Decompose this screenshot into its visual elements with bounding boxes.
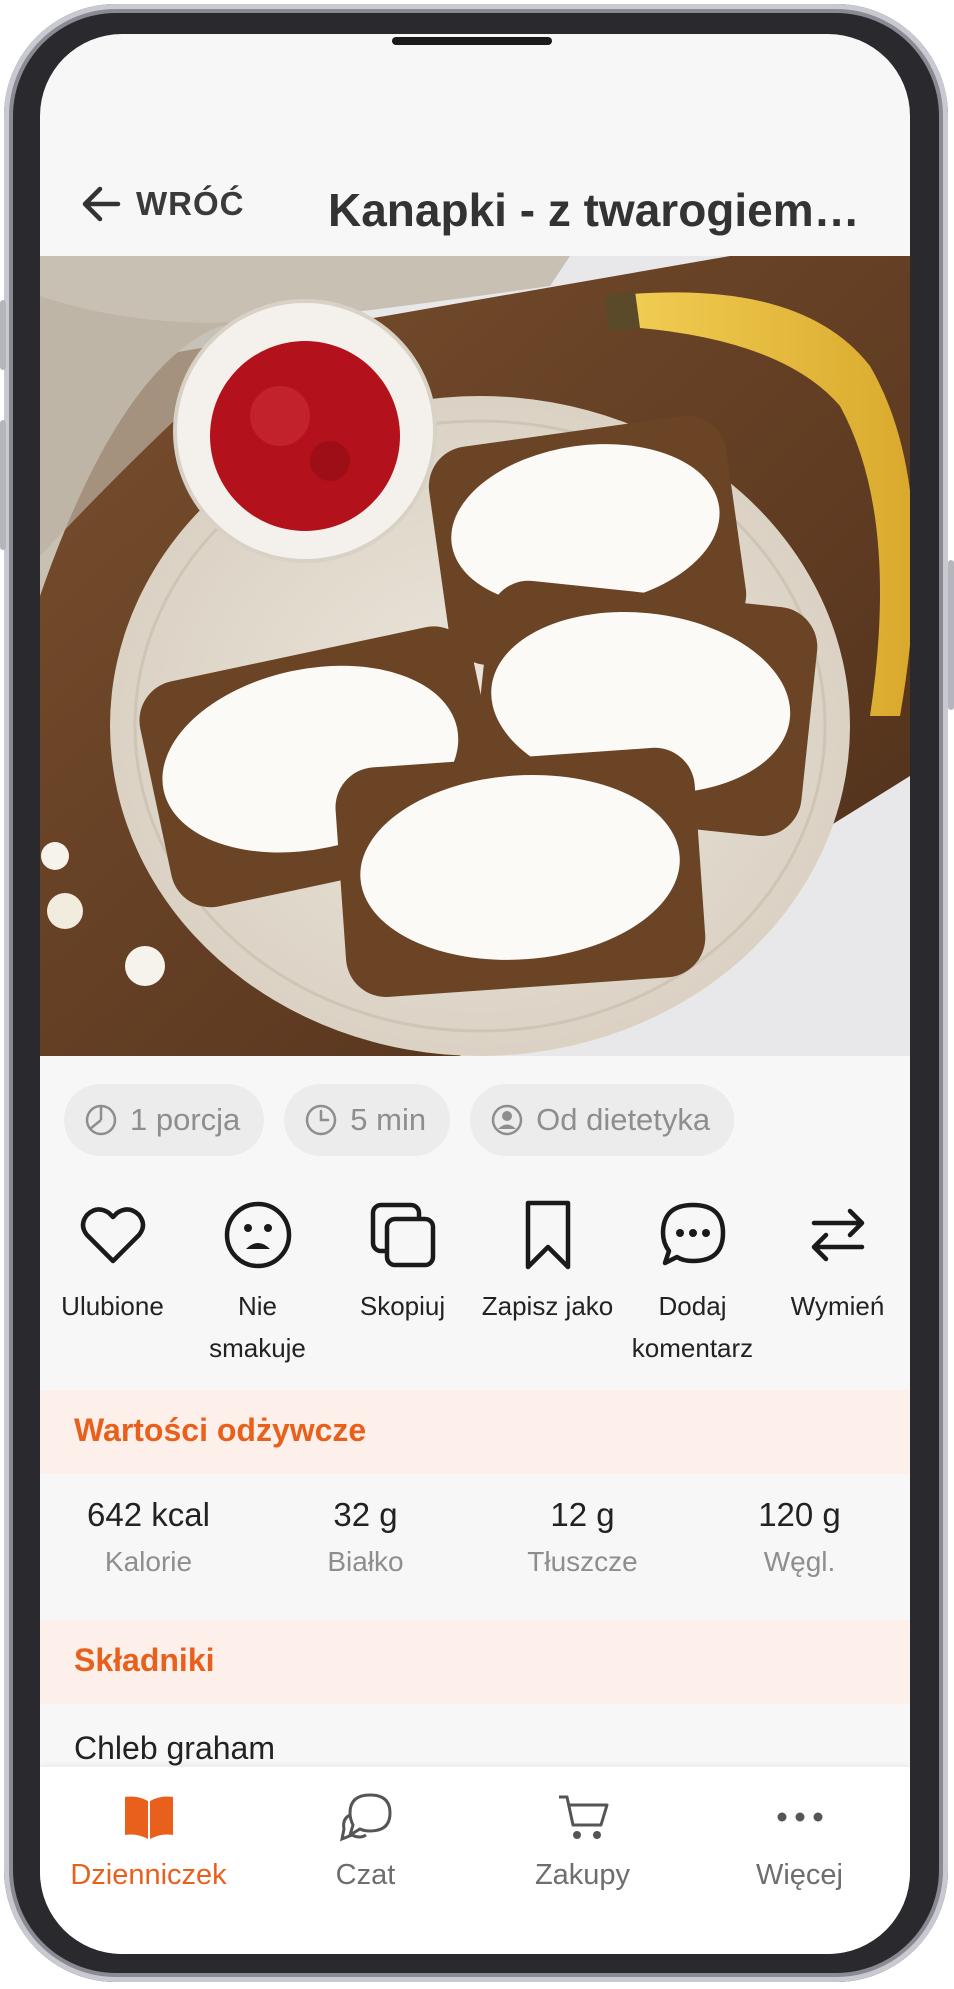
dislike-button[interactable]: Nie smakuje xyxy=(189,1199,326,1369)
action-label: Nie smakuje xyxy=(209,1291,306,1363)
back-label: WRÓĆ xyxy=(136,185,245,222)
action-label: Dodaj komentarz xyxy=(631,1291,754,1363)
nav-label: Więcej xyxy=(755,1859,843,1891)
back-button[interactable]: WRÓĆ xyxy=(78,179,244,229)
nutrition-values: 642 kcal Kalorie 32 g Białko 12 g Tłuszc… xyxy=(40,1474,910,1610)
phone-side-button xyxy=(0,420,6,550)
bookmark-icon xyxy=(525,1200,570,1270)
pie-portion-icon xyxy=(85,1104,117,1136)
nav-shopping[interactable]: Zakupy xyxy=(474,1767,691,1954)
recipe-photo xyxy=(40,256,910,1056)
sandwiches-photo-illustration xyxy=(40,256,910,1056)
recipe-actions: Ulubione Nie smakuje Skopiuj Zapisz jako xyxy=(40,1199,910,1369)
action-label: Ulubione xyxy=(61,1291,164,1321)
nutrition-section-header: Wartości odżywcze xyxy=(40,1390,910,1476)
copy-button[interactable]: Skopiuj xyxy=(334,1199,471,1369)
comment-icon xyxy=(660,1202,725,1266)
nutrition-label: Białko xyxy=(327,1546,404,1577)
heart-icon xyxy=(80,1207,145,1264)
section-title: Składniki xyxy=(74,1642,215,1678)
copy-icon xyxy=(370,1202,435,1268)
swap-button[interactable]: Wymień xyxy=(769,1199,906,1369)
nutrition-item: 32 g Białko xyxy=(257,1474,474,1610)
nav-label: Dzienniczek xyxy=(70,1859,227,1891)
chip-label: Od dietetyka xyxy=(536,1102,711,1137)
nav-label: Zakupy xyxy=(534,1859,631,1891)
chip-time[interactable]: 5 min xyxy=(284,1084,451,1156)
nav-chat[interactable]: Czat xyxy=(257,1767,474,1954)
swap-icon xyxy=(811,1208,864,1262)
chip-label: 1 porcja xyxy=(130,1102,241,1137)
ingredients-section-header: Składniki xyxy=(40,1620,910,1706)
page-title: Kanapki - z twarogiem… xyxy=(328,184,860,236)
recipe-meta-chips: 1 porcja 5 min Od dietetyka xyxy=(64,1084,735,1156)
book-icon xyxy=(124,1796,173,1839)
app-screen: WRÓĆ Kanapki - z twarogiem… 1 porcja 5 m… xyxy=(40,34,910,1954)
app-header: WRÓĆ Kanapki - z twarogiem… xyxy=(40,139,910,259)
action-label: Skopiuj xyxy=(359,1291,446,1321)
nav-more[interactable]: Więcej xyxy=(691,1767,908,1954)
nutrition-value: 120 g xyxy=(758,1496,841,1533)
nutrition-value: 32 g xyxy=(333,1496,398,1533)
section-title: Wartości odżywcze xyxy=(74,1412,367,1448)
phone-side-button xyxy=(948,560,954,710)
chip-author[interactable]: Od dietetyka xyxy=(470,1084,735,1156)
chip-label: 5 min xyxy=(350,1102,427,1137)
nav-diary[interactable]: Dzienniczek xyxy=(40,1767,257,1954)
nutrition-item: 642 kcal Kalorie xyxy=(40,1474,257,1610)
phone-speaker xyxy=(392,37,552,45)
nutrition-label: Kalorie xyxy=(104,1546,193,1577)
nutrition-item: 12 g Tłuszcze xyxy=(474,1474,691,1610)
bottom-navigation: Dzienniczek Czat Zakupy Więcej xyxy=(40,1767,910,1954)
ingredient-name: Chleb graham xyxy=(74,1730,275,1766)
cart-icon xyxy=(558,1795,608,1839)
favorite-button[interactable]: Ulubione xyxy=(44,1199,181,1369)
nutrition-label: Węgl. xyxy=(763,1546,836,1577)
nutrition-value: 642 kcal xyxy=(87,1496,210,1533)
nav-label: Czat xyxy=(335,1859,396,1891)
phone-side-button xyxy=(0,300,6,370)
arrow-left-icon xyxy=(82,186,121,222)
add-comment-button[interactable]: Dodaj komentarz xyxy=(624,1199,761,1369)
nutrition-value: 12 g xyxy=(550,1496,615,1533)
more-dots-icon xyxy=(777,1812,822,1822)
save-as-button[interactable]: Zapisz jako xyxy=(479,1199,616,1369)
action-label: Wymień xyxy=(790,1291,885,1321)
chip-portion[interactable]: 1 porcja xyxy=(64,1084,265,1156)
user-circle-icon xyxy=(491,1104,523,1136)
clock-icon xyxy=(306,1104,337,1136)
nutrition-label: Tłuszcze xyxy=(527,1546,638,1577)
nutrition-item: 120 g Węgl. xyxy=(691,1474,908,1610)
chat-icon xyxy=(339,1793,392,1842)
action-label: Zapisz jako xyxy=(481,1291,614,1321)
sad-face-icon xyxy=(224,1201,291,1269)
